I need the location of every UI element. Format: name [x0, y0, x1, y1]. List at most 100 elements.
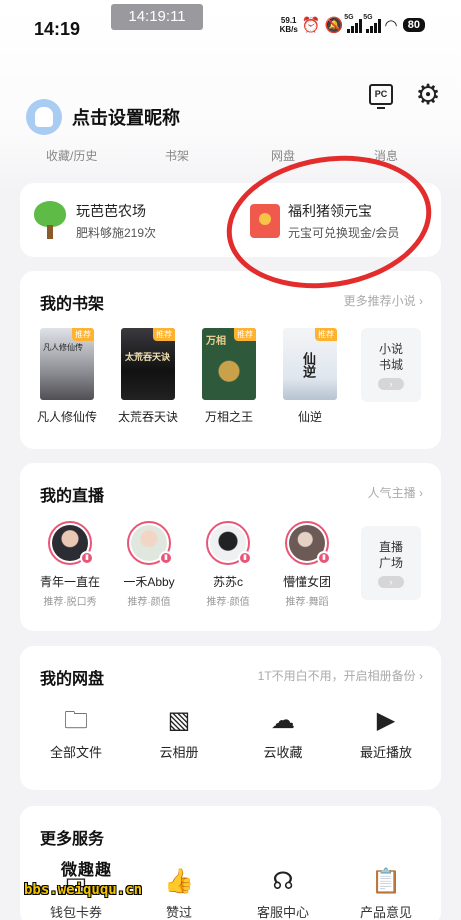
streamer-tag: 推荐·脱口秀 — [43, 597, 97, 608]
recommend-badge: 推荐 — [315, 328, 337, 341]
live-card: 我的直播 人气主播 › ▮ 青年一直在 推荐·脱口秀 ▮ 一禾Abby 推荐·颜… — [20, 463, 441, 631]
gear-icon[interactable]: ⚙ — [413, 80, 443, 110]
signal-icon: 5G — [344, 14, 363, 33]
headset-icon: ☊ — [272, 868, 294, 895]
tab-favorites-history[interactable]: 收藏/历史 — [46, 147, 97, 163]
tab-netdisk[interactable]: 网盘 — [271, 147, 295, 163]
book-item[interactable]: 推荐 万相 万相之王 — [202, 328, 256, 425]
streamer-item[interactable]: ▮ 苏苏c 推荐·颜值 — [191, 521, 265, 608]
signal-tag: 5G — [344, 13, 354, 21]
streamer-name: 懵懂女团 — [282, 575, 331, 589]
farm-promo[interactable]: 玩芭芭农场 肥料够施219次 — [32, 201, 156, 241]
recommend-badge: 推荐 — [234, 328, 256, 341]
watermark-url: bbs.weiququ.cn — [24, 882, 143, 898]
streamer-avatar: ▮ — [285, 521, 331, 565]
profile-header[interactable]: 点击设置昵称 — [26, 99, 180, 135]
recommend-badge: 推荐 — [153, 328, 175, 341]
book-title: 万相之王 — [204, 410, 253, 424]
recent-play-button[interactable]: ▶ 最近播放 — [348, 706, 424, 761]
disk-item-label: 全部文件 — [49, 745, 102, 760]
book-title: 仙逆 — [297, 410, 322, 424]
disk-item-label: 云相册 — [159, 745, 199, 760]
streamer-item[interactable]: ▮ 一禾Abby 推荐·颜值 — [112, 521, 186, 608]
bookshelf-card: 我的书架 更多推荐小说 › 推荐 凡人修仙传 凡人修仙传 推荐 太荒吞天诀 太荒… — [20, 271, 441, 449]
netdisk-title: 我的网盘 — [40, 671, 105, 688]
streamer-item[interactable]: ▮ 青年一直在 推荐·脱口秀 — [33, 521, 107, 608]
novel-store-button[interactable]: 小说 书城 › — [361, 328, 421, 402]
live-more-link[interactable]: 人气主播 › — [368, 484, 423, 501]
book-item[interactable]: 推荐 凡人修仙传 凡人修仙传 — [37, 328, 97, 425]
feedback-button[interactable]: 📋 产品意见 — [348, 866, 424, 920]
set-nickname-link[interactable]: 点击设置昵称 — [72, 104, 180, 130]
streamer-tag: 推荐·颜值 — [127, 597, 171, 608]
photo-icon: ▧ — [167, 707, 191, 734]
folder-icon: 🗀 — [64, 707, 88, 734]
service-label: 钱包卡券 — [49, 905, 102, 920]
streamer-name: 青年一直在 — [39, 575, 100, 589]
mute-icon: 🔕 — [324, 17, 344, 34]
cloud-collection-button[interactable]: ☁ 云收藏 — [245, 706, 321, 761]
streamer-tag: 推荐·舞蹈 — [285, 597, 329, 608]
live-square-button[interactable]: 直播 广场 › — [361, 526, 421, 600]
quick-tabs: 收藏/历史 书架 网盘 消息 — [0, 145, 461, 163]
live-title: 我的直播 — [40, 488, 105, 505]
live-indicator-icon: ▮ — [317, 551, 331, 565]
book-cover: 推荐 仙逆 — [283, 328, 337, 400]
farm-subtitle: 肥料够施219次 — [76, 226, 157, 240]
service-label: 产品意见 — [359, 905, 412, 920]
store-label-1: 小说 — [378, 342, 403, 356]
book-cover: 推荐 凡人修仙传 — [40, 328, 94, 400]
cloud-album-button[interactable]: ▧ 云相册 — [141, 706, 217, 761]
time-overlay: 14:19:11 — [111, 4, 203, 30]
pc-button[interactable]: PC — [369, 84, 393, 109]
wifi-icon: ◠ — [385, 17, 397, 34]
status-icons: 59.1 KB/s ⏰ 🔕 5G 5G ◠ 80 — [280, 14, 425, 34]
all-files-button[interactable]: 🗀 全部文件 — [38, 706, 114, 761]
signal-icon: 5G — [363, 14, 382, 33]
status-time: 14:19 — [34, 19, 81, 39]
disk-item-label: 云收藏 — [263, 745, 303, 760]
streamer-name: 一禾Abby — [123, 575, 175, 589]
square-label-1: 直播 — [378, 540, 403, 554]
book-title: 太荒吞天诀 — [117, 410, 178, 424]
streamer-avatar: ▮ — [48, 521, 94, 565]
service-label: 赞过 — [165, 905, 192, 920]
cover-text: 凡人修仙传 — [43, 343, 83, 352]
net-speed-unit: KB/s — [279, 25, 298, 34]
net-speed-value: 59.1 — [280, 16, 297, 25]
bookshelf-title: 我的书架 — [40, 296, 105, 313]
book-cover: 推荐 太荒吞天诀 — [121, 328, 175, 400]
tab-bookshelf[interactable]: 书架 — [165, 147, 189, 163]
book-title: 凡人修仙传 — [36, 410, 97, 424]
bookshelf-more-link[interactable]: 更多推荐小说 › — [344, 292, 423, 309]
square-label-2: 广场 — [378, 556, 403, 570]
service-label: 客服中心 — [256, 905, 309, 920]
recommend-badge: 推荐 — [72, 328, 94, 341]
live-indicator-icon: ▮ — [159, 551, 173, 565]
cover-text: 太荒吞天诀 — [125, 352, 171, 362]
services-title: 更多服务 — [40, 831, 105, 848]
status-bar: 14:19 14:19:11 59.1 KB/s ⏰ 🔕 5G 5G ◠ 80 — [0, 0, 461, 58]
disk-item-label: 最近播放 — [359, 745, 412, 760]
store-label-2: 书城 — [378, 358, 403, 372]
arrow-right-icon: › — [378, 576, 404, 588]
feedback-icon: 📋 — [371, 868, 401, 895]
bookshelf-more-label: 更多推荐小说 — [343, 294, 416, 308]
book-item[interactable]: 推荐 太荒吞天诀 太荒吞天诀 — [118, 328, 178, 425]
netdisk-card: 我的网盘 1T不用白不用，开启相册备份 › 🗀 全部文件 ▧ 云相册 ☁ 云收藏… — [20, 646, 441, 790]
live-indicator-icon: ▮ — [80, 551, 94, 565]
alarm-icon: ⏰ — [301, 17, 321, 34]
book-cover: 推荐 万相 — [202, 328, 256, 400]
streamer-item[interactable]: ▮ 懵懂女团 推荐·舞蹈 — [270, 521, 344, 608]
streamer-tag: 推荐·颜值 — [206, 597, 250, 608]
streamer-avatar: ▮ — [127, 521, 173, 565]
customer-service-button[interactable]: ☊ 客服中心 — [245, 866, 321, 920]
farm-title: 玩芭芭农场 — [76, 203, 146, 219]
live-more-label: 人气主播 — [367, 486, 416, 500]
netdisk-more-link[interactable]: 1T不用白不用，开启相册备份 › — [258, 667, 423, 684]
avatar[interactable] — [26, 99, 62, 135]
watermark-cn: 微趣趣 — [61, 862, 113, 879]
book-item[interactable]: 推荐 仙逆 仙逆 — [283, 328, 337, 425]
cover-text: 仙逆 — [301, 352, 316, 378]
net-speed: 59.1 KB/s — [280, 16, 298, 34]
